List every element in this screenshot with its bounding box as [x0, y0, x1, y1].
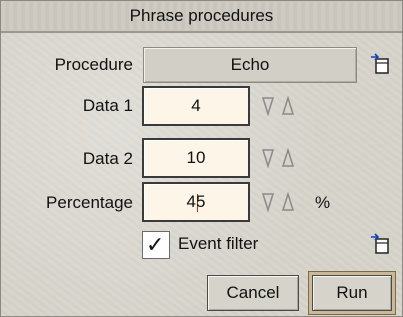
percentage-adjust-arrows-icon[interactable]	[261, 191, 305, 213]
event-filter-menu-icon[interactable]	[370, 233, 390, 255]
cancel-button[interactable]: Cancel	[207, 275, 299, 311]
procedure-menu-icon[interactable]	[370, 53, 390, 75]
default-button-ring: Run	[308, 271, 396, 315]
event-filter-label[interactable]: Event filter	[178, 234, 288, 254]
data2-label: Data 2	[82, 149, 133, 168]
window-title[interactable]: Phrase procedures	[1, 1, 402, 33]
data2-value: 10	[186, 148, 206, 167]
data1-value: 4	[191, 96, 201, 115]
data2-adjust-arrows-icon[interactable]	[261, 147, 305, 169]
percentage-label: Percentage	[46, 193, 133, 212]
data1-label: Data 1	[82, 96, 133, 115]
percentage-unit: %	[315, 193, 331, 212]
percentage-field[interactable]: 45	[142, 182, 250, 222]
data1-field[interactable]: 4	[142, 86, 250, 126]
phrase-procedures-window: Phrase procedures Procedure Echo Data 1 …	[0, 0, 403, 317]
run-button[interactable]: Run	[312, 275, 392, 311]
percentage-value: 45	[186, 192, 206, 211]
data1-adjust-arrows-icon[interactable]	[261, 95, 305, 117]
procedure-label: Procedure	[54, 55, 133, 74]
event-filter-checkbox[interactable]: ✓	[142, 231, 170, 259]
procedure-display[interactable]: Echo	[143, 47, 357, 83]
checkmark-icon: ✓	[146, 232, 165, 257]
data2-field[interactable]: 10	[142, 138, 250, 178]
